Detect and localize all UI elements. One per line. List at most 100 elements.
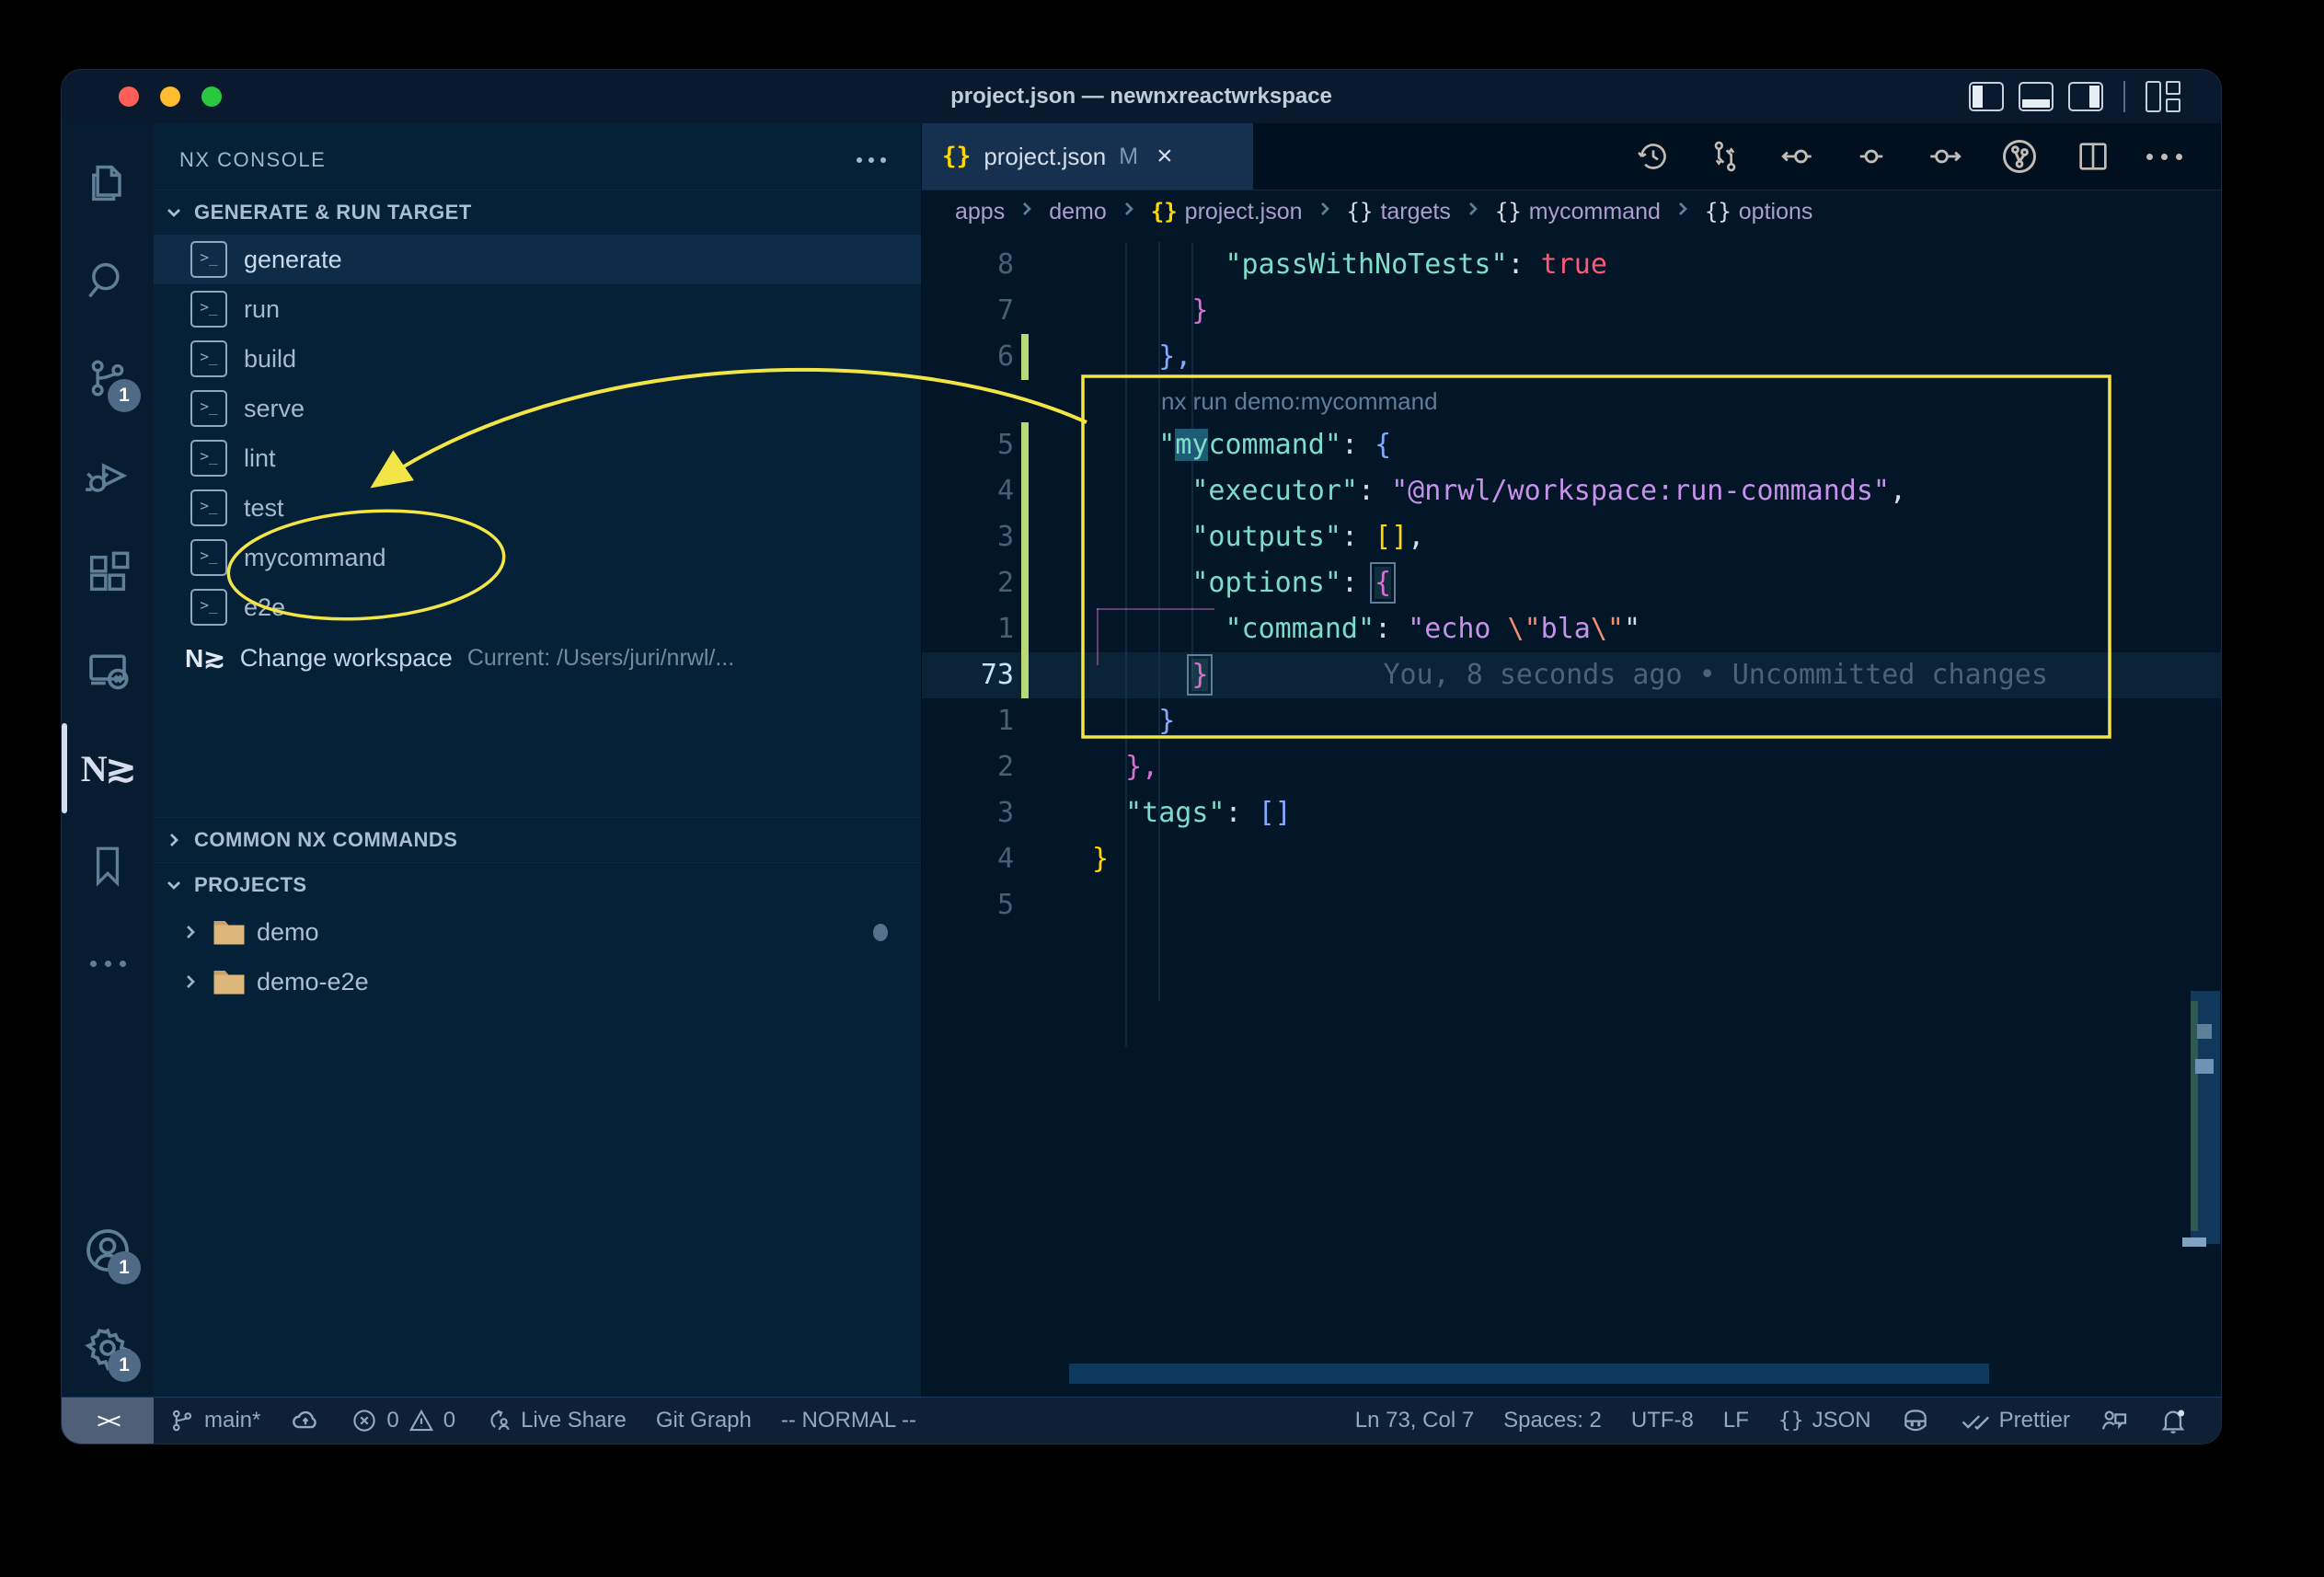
sidebar-item-search[interactable]	[62, 232, 154, 329]
close-tab-icon[interactable]: ×	[1156, 141, 1173, 172]
split-editor-icon[interactable]	[2075, 138, 2111, 175]
sidebar-item-remote-explorer[interactable]	[62, 622, 154, 719]
target-item-e2e[interactable]: >_ e2e	[154, 582, 921, 632]
compare-changes-icon[interactable]	[1707, 138, 1743, 175]
change-workspace-row[interactable]: N≳ Change workspace Current: /Users/juri…	[154, 632, 921, 685]
project-item-demo[interactable]: demo	[154, 907, 921, 957]
breadcrumb-item-mycommand[interactable]: {}mycommand	[1495, 199, 1661, 225]
copilot-status[interactable]	[1886, 1406, 1945, 1435]
section-projects[interactable]: PROJECTS	[154, 862, 921, 907]
chevron-right-icon	[1672, 198, 1694, 220]
target-item-label: run	[244, 295, 280, 324]
code-line[interactable]: 8 "passWithNoTests": true	[922, 242, 2221, 288]
breadcrumb-item-apps[interactable]: apps	[955, 199, 1005, 225]
code-line[interactable]: 3 "outputs": [],	[922, 514, 2221, 560]
breadcrumb-item-demo[interactable]: demo	[1049, 199, 1107, 225]
sidebar-item-bookmarks[interactable]	[62, 817, 154, 915]
sync-changes-button[interactable]	[275, 1405, 336, 1436]
bookmark-icon	[85, 843, 131, 889]
timeline-history-icon[interactable]	[1635, 138, 1672, 175]
code-text: "mycommand": {	[1092, 422, 1391, 468]
code-line[interactable]: 1 }	[922, 698, 2221, 744]
gutter-spacer	[1021, 790, 1029, 836]
accounts-button[interactable]: 1	[62, 1202, 154, 1299]
code-line[interactable]: 73 }You, 8 seconds ago • Uncommitted cha…	[922, 652, 2221, 698]
git-branch-status[interactable]: main*	[154, 1407, 275, 1434]
code-token: }	[1092, 705, 1175, 737]
breadcrumb-item-options[interactable]: {}options	[1705, 199, 1813, 225]
target-item-run[interactable]: >_run	[154, 284, 921, 334]
sidebar-item-source-control[interactable]: 1	[62, 329, 154, 427]
formatter-status[interactable]: Prettier	[1945, 1405, 2085, 1436]
feedback-button[interactable]	[2085, 1406, 2144, 1435]
horizontal-scrollbar[interactable]	[1069, 1364, 1989, 1384]
encoding-status[interactable]: UTF-8	[1616, 1408, 1708, 1433]
codelens-label[interactable]: nx run demo:mycommand	[1161, 378, 1438, 424]
sidebar-item-nx-console[interactable]: N≳	[62, 719, 154, 817]
sidebar: NX CONSOLE GENERATE & RUN TARGET >_gener…	[154, 123, 922, 1397]
terminal-icon: >_	[190, 440, 227, 477]
chevron-right-icon	[1016, 198, 1038, 220]
git-graph-button[interactable]: Git Graph	[641, 1408, 766, 1433]
warning-triangle-icon	[408, 1407, 435, 1434]
code-line[interactable]: 2 "options": {	[922, 560, 2221, 606]
target-item-lint[interactable]: >_lint	[154, 433, 921, 483]
braces-yellow-icon: {}	[1151, 199, 1178, 224]
section-common-nx-commands[interactable]: COMMON NX COMMANDS	[154, 817, 921, 862]
cursor-position-status[interactable]: Ln 73, Col 7	[1340, 1408, 1489, 1433]
code-line[interactable]: 2 },	[922, 744, 2221, 790]
chevron-down-icon	[163, 201, 185, 224]
notifications-button[interactable]	[2144, 1406, 2203, 1435]
sidebar-item-explorer[interactable]	[62, 134, 154, 232]
live-share-button[interactable]: Live Share	[470, 1407, 641, 1434]
breadcrumb-item-project.json[interactable]: {}project.json	[1151, 199, 1303, 225]
more-actions-icon[interactable]	[2146, 154, 2182, 160]
project-item-demo-e2e[interactable]: demo-e2e	[154, 957, 921, 1007]
vscode-window: project.json — newnxreactwrkspace	[61, 69, 2222, 1445]
section-generate-run-target[interactable]: GENERATE & RUN TARGET	[154, 190, 921, 235]
sidebar-item-more-views[interactable]	[62, 915, 154, 1012]
gutter-spacer	[1021, 242, 1029, 288]
vim-mode-indicator[interactable]: -- NORMAL --	[766, 1408, 931, 1433]
code-line[interactable]: 4 "executor": "@nrwl/workspace:run-comma…	[922, 468, 2221, 514]
code-token: my	[1175, 429, 1208, 461]
code-line[interactable]: 6 },	[922, 334, 2221, 380]
code-line[interactable]: 5 "mycommand": {	[922, 422, 2221, 468]
toggle-secondary-sidebar-icon[interactable]	[2068, 82, 2103, 111]
terminal-icon: >_	[190, 589, 227, 626]
settings-button[interactable]: 1	[62, 1299, 154, 1397]
target-item-generate[interactable]: >_generate	[154, 235, 921, 284]
project-item-label: demo	[257, 918, 319, 947]
git-blame-annotation: You, 8 seconds ago • Uncommitted changes	[1383, 659, 2047, 691]
previous-change-icon[interactable]	[1778, 137, 1817, 176]
eol-status[interactable]: LF	[1708, 1408, 1764, 1433]
code-text: }	[1092, 836, 1109, 882]
problems-status[interactable]: 0 0	[336, 1407, 470, 1434]
sidebar-more-actions-icon[interactable]	[847, 148, 895, 172]
customize-layout-icon[interactable]	[2146, 81, 2180, 112]
sidebar-item-extensions[interactable]	[62, 524, 154, 622]
sidebar-item-run-debug[interactable]	[62, 427, 154, 524]
language-mode-status[interactable]: {} JSON	[1764, 1408, 1886, 1433]
toggle-panel-icon[interactable]	[2019, 82, 2054, 111]
code-token: "@nrwl/workspace:run-commands"	[1391, 475, 1890, 507]
current-change-icon[interactable]	[1852, 137, 1891, 176]
toggle-primary-sidebar-icon[interactable]	[1969, 82, 2004, 111]
indentation-status[interactable]: Spaces: 2	[1489, 1408, 1616, 1433]
code-line[interactable]: 4}	[922, 836, 2221, 882]
code-line[interactable]: 7 }	[922, 288, 2221, 334]
code-line[interactable]: 1 "command": "echo \"bla\""	[922, 606, 2221, 652]
breadcrumb-item-targets[interactable]: {}targets	[1347, 199, 1451, 225]
git-graph-icon[interactable]	[1999, 136, 2040, 177]
next-change-icon[interactable]	[1926, 137, 1964, 176]
target-item-build[interactable]: >_build	[154, 334, 921, 384]
target-item-test[interactable]: >_test	[154, 483, 921, 533]
target-item-label: e2e	[244, 593, 285, 622]
code-line[interactable]: 5	[922, 882, 2221, 928]
remote-indicator[interactable]: ><	[62, 1398, 154, 1444]
code-line[interactable]: 3 "tags": []	[922, 790, 2221, 836]
tab-project-json[interactable]: {} project.json M ×	[922, 123, 1253, 190]
target-item-serve[interactable]: >_serve	[154, 384, 921, 433]
code-area[interactable]: 8 "passWithNoTests": true7 }6 },nx run d…	[922, 233, 2221, 1397]
target-item-mycommand[interactable]: >_mycommand	[154, 533, 921, 582]
